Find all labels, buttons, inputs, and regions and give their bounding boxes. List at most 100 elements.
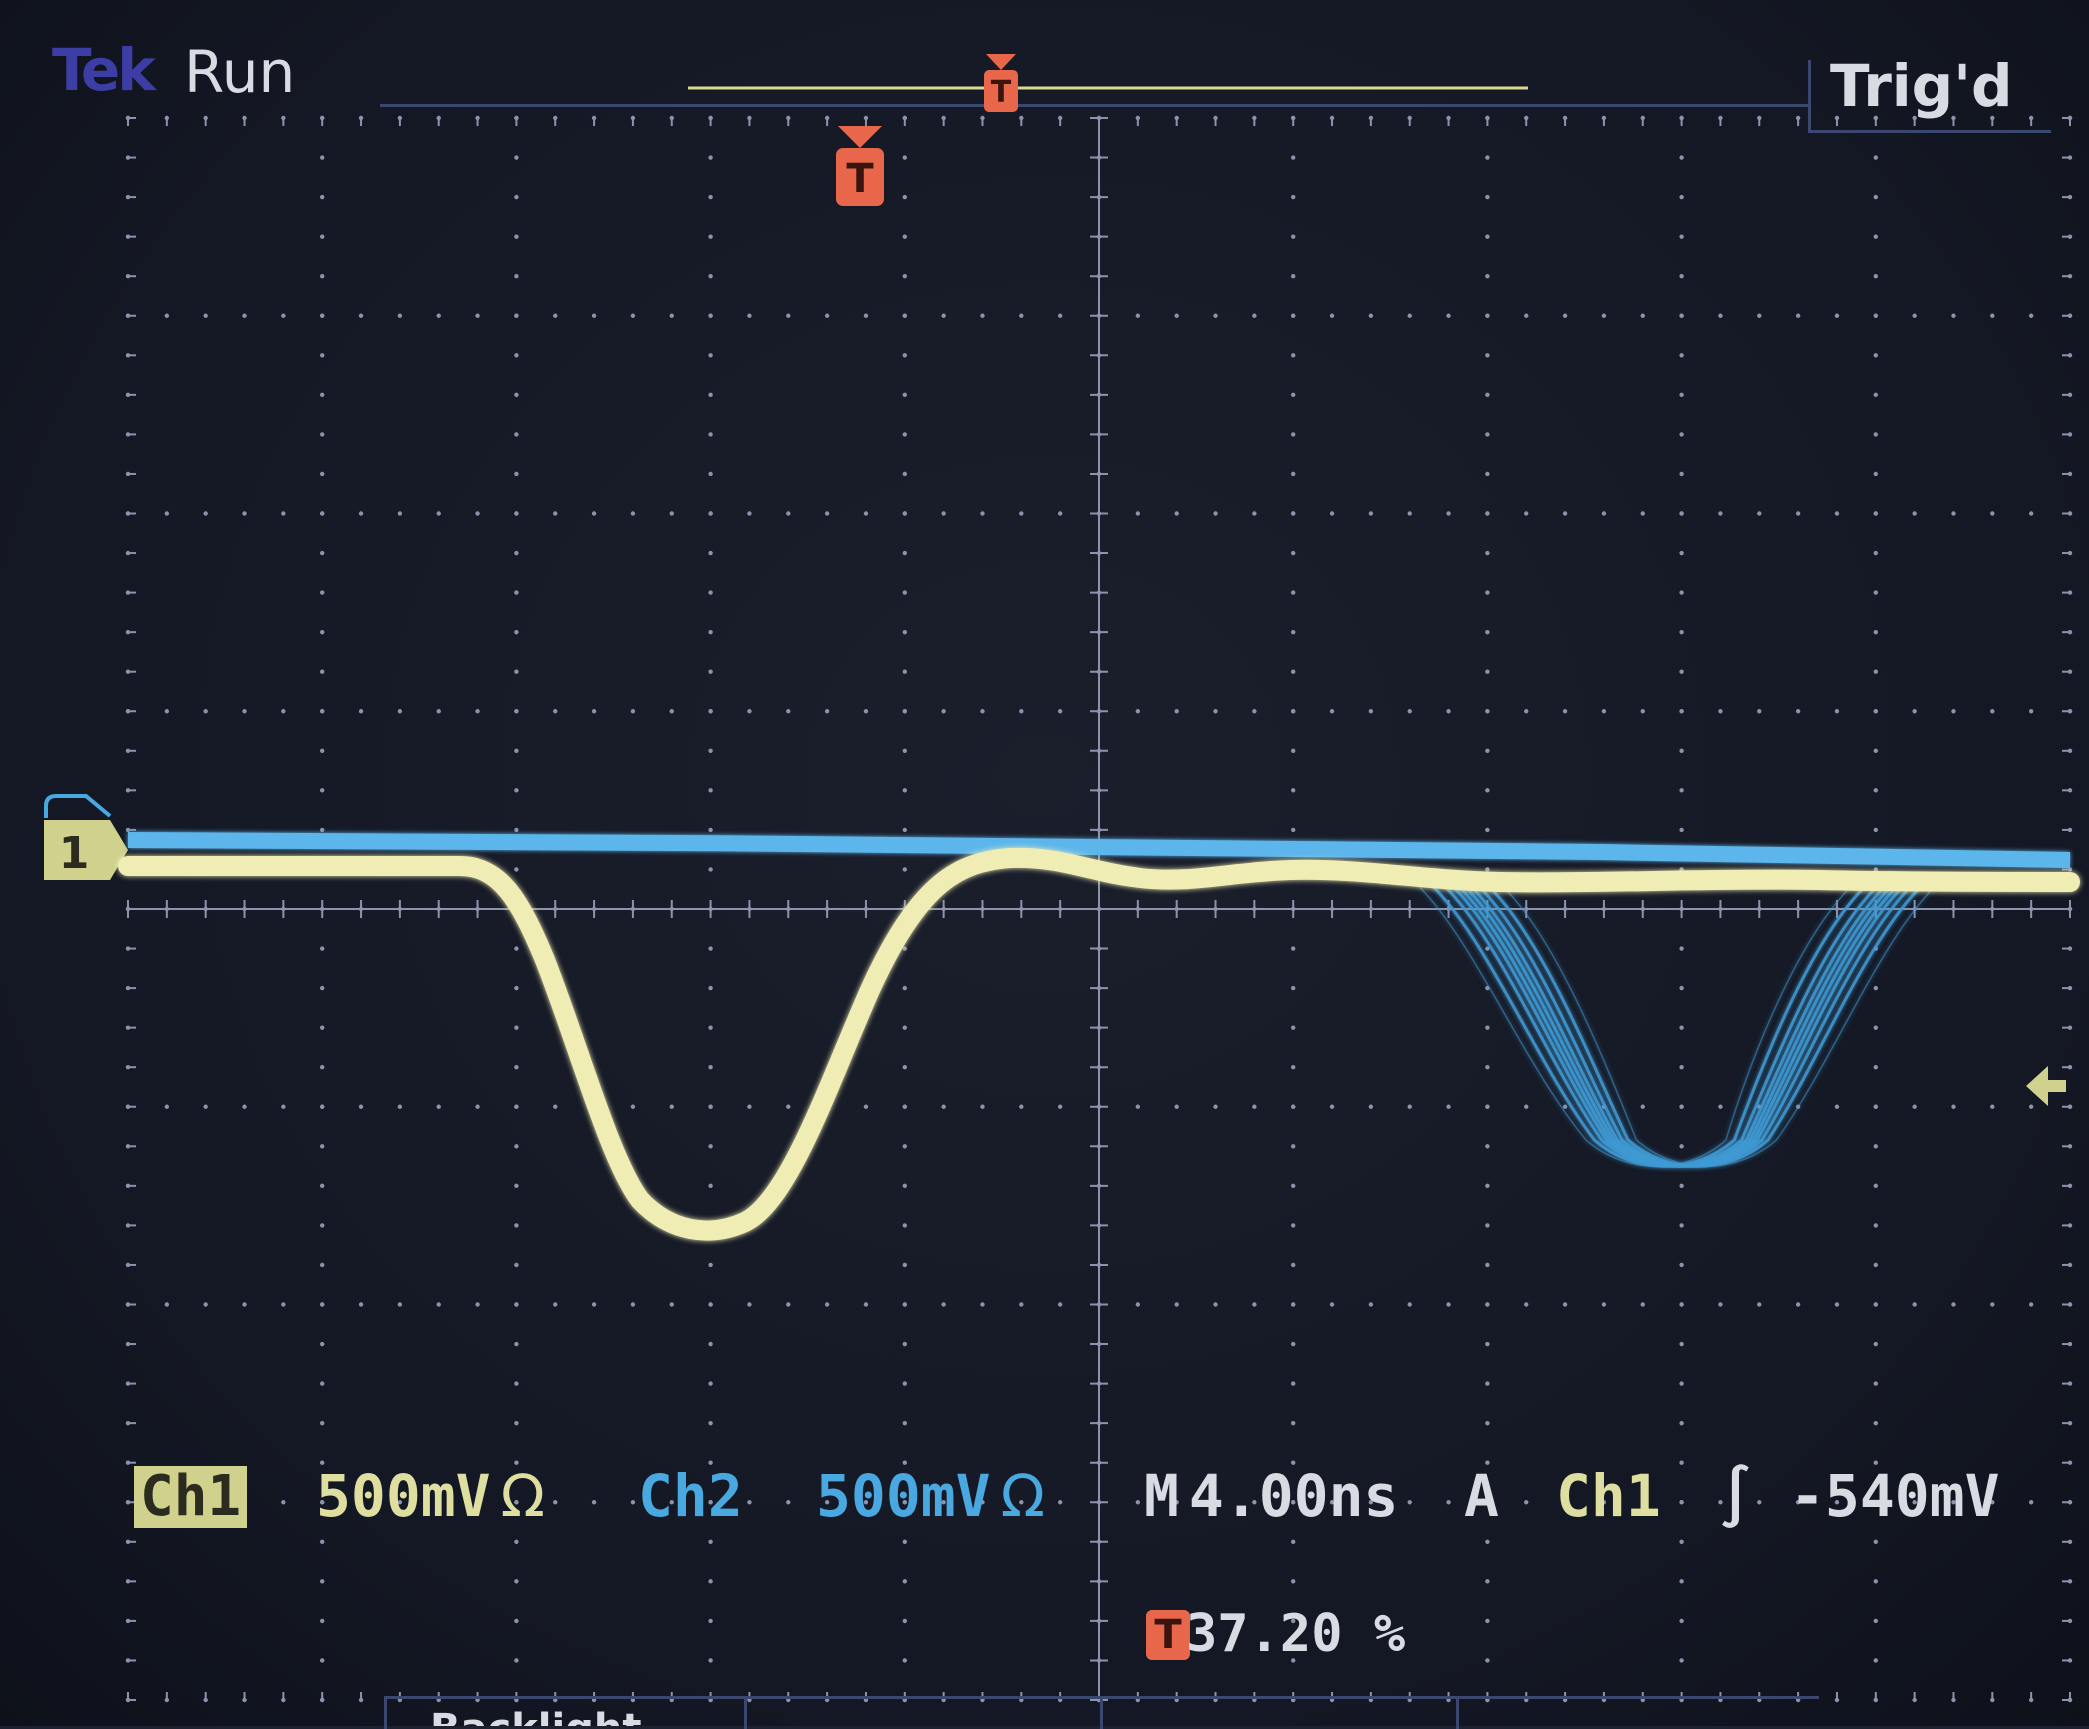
grid-dot: [708, 1420, 713, 1426]
grid-dot: [1485, 1618, 1490, 1624]
grid-dot: [902, 748, 907, 753]
grid-dot: [436, 1302, 441, 1307]
menu-tab-2[interactable]: [744, 1696, 1103, 1729]
grid-dot: [1485, 1381, 1490, 1386]
grid-dot: [1757, 1302, 1762, 1307]
grid-dot: [1446, 709, 1451, 714]
grid-dot: [902, 946, 907, 951]
grid-dot: [630, 1302, 636, 1307]
grid-dot: [320, 827, 325, 833]
grid-dot: [747, 709, 752, 714]
grid-dot: [708, 748, 713, 753]
grid-dot: [1485, 1539, 1490, 1545]
grid-dot: [1485, 234, 1490, 239]
grid-dot: [203, 313, 208, 318]
grid-dot: [1873, 353, 1879, 358]
grid-dot: [669, 511, 674, 516]
grid-dot: [902, 669, 907, 674]
grid-dot: [475, 511, 480, 516]
grid-dot: [320, 234, 325, 239]
grid-dot: [902, 590, 907, 595]
grid-dot: [591, 709, 597, 714]
grid-dot: [1679, 1618, 1684, 1624]
grid-dot: [514, 827, 519, 833]
grid-dot: [320, 1065, 325, 1070]
channel-2-pulse-trace: [1461, 876, 1913, 1168]
grid-dot: [1679, 1223, 1684, 1228]
grid-dot: [708, 1144, 713, 1149]
grid-dot: [320, 1262, 325, 1268]
grid-dot: [786, 1104, 791, 1109]
grid-dot: [1291, 1183, 1296, 1189]
grid-dot: [553, 1302, 558, 1307]
grid-dot: [242, 1104, 247, 1109]
grid-dot: [1873, 313, 1879, 318]
grid-dot: [669, 313, 674, 318]
grid-dot: [320, 1618, 325, 1624]
grid-dot: [1174, 1104, 1179, 1109]
grid-dot: [2028, 1302, 2034, 1307]
grid-dot: [1291, 590, 1296, 595]
grid-dot: [1873, 194, 1879, 200]
grid-dot: [1485, 1223, 1490, 1228]
grid-dot: [1291, 432, 1296, 437]
grid-dot: [320, 155, 325, 160]
grid-dot: [902, 471, 907, 477]
grid-dot: [1368, 313, 1374, 318]
menu-tab-4[interactable]: [1456, 1696, 1819, 1729]
grid-dot: [1291, 629, 1296, 635]
grid-dot: [164, 1302, 170, 1307]
grid-dot: [397, 1104, 403, 1109]
ch2-tag[interactable]: Ch2: [638, 1462, 743, 1530]
grid-dot: [320, 274, 325, 279]
grid-dot: [436, 1104, 441, 1109]
grid-dot: [1485, 629, 1490, 635]
grid-dot: [1485, 1104, 1490, 1109]
grid-dot: [514, 234, 519, 239]
grid-dot: [1679, 313, 1684, 318]
grid-dot: [902, 274, 907, 279]
grid-dot: [1407, 1500, 1412, 1505]
grid-dot: [1057, 313, 1063, 318]
grid-dot: [1757, 1500, 1762, 1505]
grid-dot: [1485, 1025, 1490, 1030]
grid-dot: [1174, 709, 1179, 714]
backlight-menu-label[interactable]: Backlight: [430, 1706, 641, 1726]
grid-dot: [514, 353, 519, 358]
grid-dot: [320, 1223, 325, 1228]
grid-dot: [514, 550, 519, 556]
grid-dot: [669, 709, 674, 714]
grid-dot: [2028, 1104, 2034, 1109]
grid-dot: [902, 1262, 907, 1268]
grid-dot: [1834, 709, 1840, 714]
menu-tab-3[interactable]: [1100, 1696, 1459, 1729]
grid-dot: [203, 709, 208, 714]
grid-dot: [1873, 669, 1879, 674]
grid-dot: [1252, 1302, 1257, 1307]
grid-dot: [1640, 1104, 1645, 1109]
grid-dot: [630, 709, 636, 714]
grid-dot: [514, 1065, 519, 1070]
grid-dot: [514, 709, 519, 714]
grid-dot: [1873, 1618, 1879, 1624]
ch1-tag[interactable]: Ch1: [134, 1466, 248, 1528]
grid-dot: [1873, 1183, 1879, 1189]
grid-dot: [941, 709, 946, 714]
grid-dot: [1485, 432, 1490, 437]
grid-dot: [320, 1420, 325, 1426]
grid-dot: [1873, 629, 1879, 635]
grid-dot: [1329, 313, 1335, 318]
grid-dot: [1291, 1104, 1296, 1109]
grid-dot: [591, 1302, 597, 1307]
grid-dot: [1834, 1104, 1840, 1109]
grid-dot: [1524, 709, 1529, 714]
grid-dot: [1679, 1065, 1684, 1070]
grid-dot: [1485, 669, 1490, 674]
grid-dot: [941, 313, 946, 318]
grid-dot: [630, 1500, 636, 1505]
grid-dot: [1252, 1104, 1257, 1109]
grid-dot: [1368, 709, 1374, 714]
grid-dot: [1485, 313, 1490, 318]
grid-dot: [824, 511, 830, 516]
grid-dot: [1679, 1579, 1684, 1584]
